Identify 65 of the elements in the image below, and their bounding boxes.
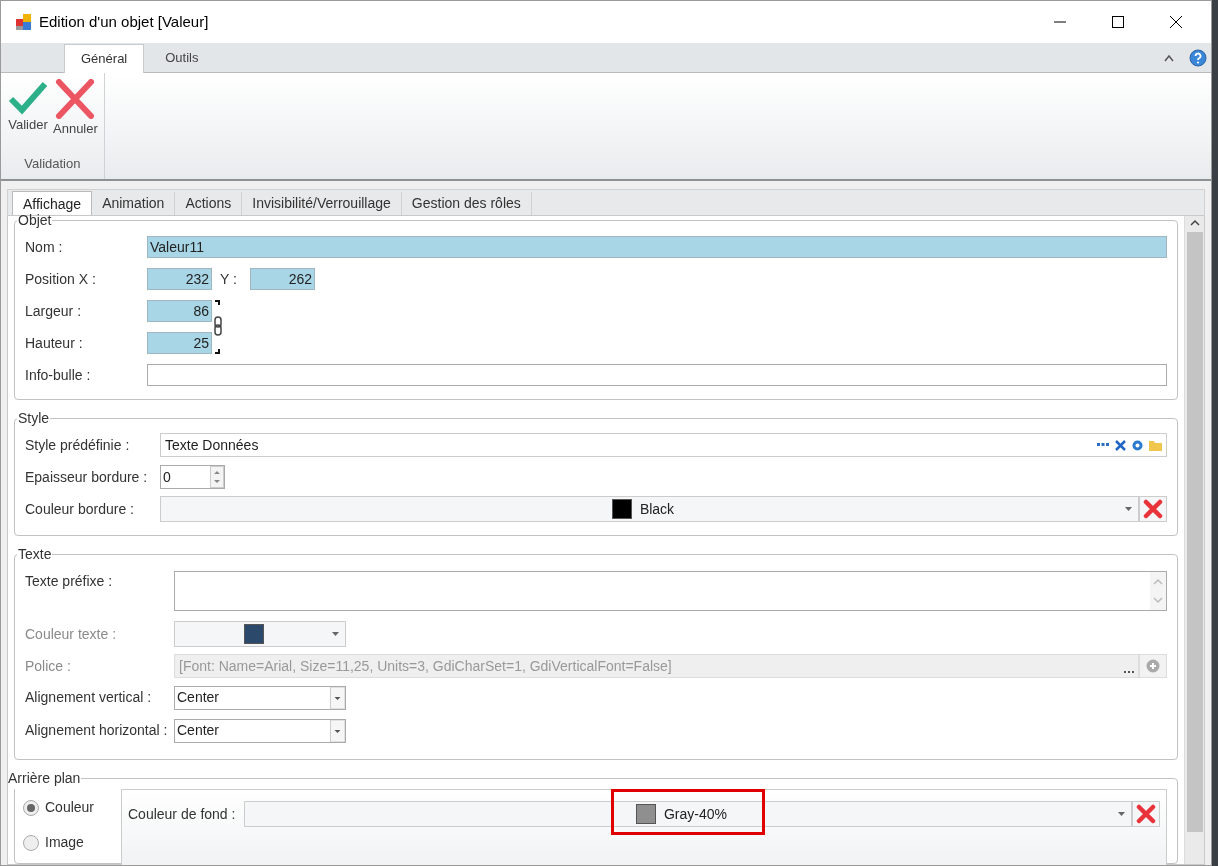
radio-button[interactable] <box>23 799 39 816</box>
cross-icon <box>54 79 97 119</box>
clear-icon[interactable] <box>1115 439 1126 451</box>
input-field[interactable]: 25 <box>147 332 212 354</box>
remove-button[interactable] <box>1139 496 1167 522</box>
spin-box[interactable]: 0 <box>160 465 225 489</box>
chain-link-icon[interactable] <box>213 299 223 355</box>
check-icon <box>7 79 49 115</box>
field-label: Position X : <box>25 269 97 289</box>
input-field[interactable]: 262 <box>250 268 315 290</box>
field-label: Alignement horizontal : <box>25 721 169 740</box>
input-field[interactable]: Valeur11 <box>147 236 1167 258</box>
ribbon-tab[interactable]: Général <box>64 44 145 73</box>
dropdown-arrow-icon[interactable] <box>332 632 339 636</box>
app-icon <box>15 13 33 31</box>
remove-button[interactable] <box>1132 801 1160 827</box>
cross-icon <box>1143 499 1163 519</box>
cross-icon <box>1136 804 1156 824</box>
dropdown-arrow-icon[interactable] <box>1125 507 1132 511</box>
ribbon-tab[interactable]: Outils <box>144 44 220 72</box>
field-label: Largeur : <box>25 301 83 321</box>
section-title: Texte <box>17 545 53 564</box>
refresh-icon[interactable] <box>1132 439 1143 451</box>
field-label: Style prédéfinie : <box>25 435 131 455</box>
section-title: Style <box>17 409 51 428</box>
field-label: Couleur texte : <box>25 624 118 644</box>
scrollbar[interactable] <box>1184 216 1204 864</box>
dropdown[interactable]: Center <box>174 685 346 710</box>
color-dropdown[interactable] <box>174 621 346 647</box>
radio-option[interactable]: Image <box>23 832 121 853</box>
cancel-button[interactable]: Annuler <box>53 79 98 139</box>
maximize-icon[interactable] <box>1111 15 1125 29</box>
style-field[interactable]: Texte Données <box>160 433 1167 457</box>
dropdown-arrow-icon[interactable] <box>1118 812 1125 816</box>
radio-button[interactable] <box>23 834 39 851</box>
collapse-icon[interactable] <box>1163 53 1175 63</box>
field-label: Alignement vertical : <box>25 688 153 707</box>
validate-button[interactable]: Valider <box>7 79 49 139</box>
spin-arrows-icon[interactable] <box>210 466 224 488</box>
dropdown[interactable]: Center <box>174 718 346 743</box>
field-label: Info-bulle : <box>25 365 92 385</box>
dropdown-arrow-icon[interactable] <box>330 686 345 709</box>
group-label: Validation <box>24 154 81 173</box>
input-field[interactable]: 232 <box>147 268 212 290</box>
field-label: Couleur bordure : <box>25 499 135 519</box>
close-icon[interactable] <box>1169 15 1183 29</box>
help-icon[interactable] <box>1189 49 1207 67</box>
ellipsis-icon[interactable] <box>1097 443 1109 447</box>
input-field[interactable] <box>147 364 1167 386</box>
input-field[interactable]: 86 <box>147 300 212 322</box>
window-title: Edition d'un objet [Valeur] <box>39 11 209 32</box>
dropdown-arrow-icon[interactable] <box>330 719 345 742</box>
field-label: Nom : <box>25 237 64 257</box>
field-label: Hauteur : <box>25 333 84 353</box>
field-label: Epaisseur bordure : <box>25 467 149 487</box>
section-title: Arrière plan <box>7 769 82 788</box>
field-label: Texte préfixe : <box>25 572 114 591</box>
color-dropdown[interactable]: Gray-40% <box>244 801 1132 827</box>
field-label: Couleur de fond : <box>128 804 237 824</box>
scroll-thumb[interactable] <box>1186 232 1203 832</box>
plus-circle-icon <box>1146 659 1160 673</box>
field-label: Police : <box>25 656 72 676</box>
radio-option[interactable]: Couleur <box>23 797 121 818</box>
field-label: Y : <box>219 269 238 289</box>
color-dropdown[interactable]: Black <box>160 496 1139 522</box>
